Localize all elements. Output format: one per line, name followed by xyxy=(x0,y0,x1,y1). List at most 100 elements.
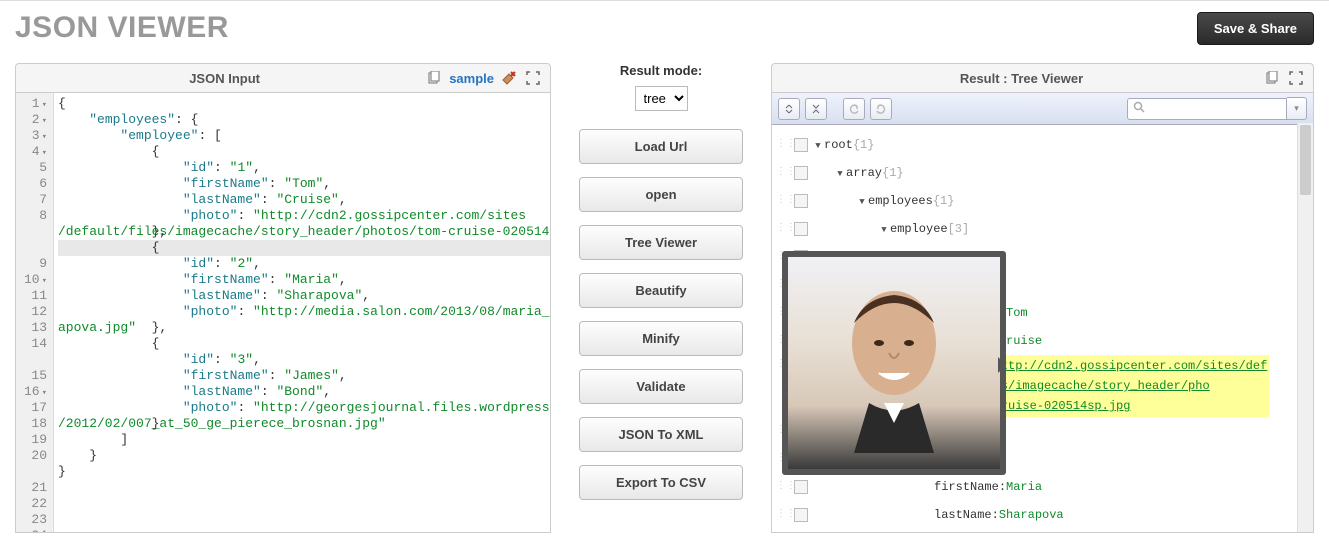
validate-button[interactable]: Validate xyxy=(579,369,743,404)
drag-handle-icon[interactable]: ⋮⋮ xyxy=(776,138,790,152)
tree-key: array xyxy=(846,166,882,180)
tree-row[interactable]: ⋮⋮ array {1} xyxy=(776,159,1309,187)
photo-preview-popup xyxy=(782,251,1006,475)
code-line[interactable]: } xyxy=(58,448,551,464)
undo-icon[interactable] xyxy=(843,98,865,120)
save-share-button[interactable]: Save & Share xyxy=(1197,12,1314,45)
caret-down-icon[interactable] xyxy=(812,138,824,152)
gutter-line: 5 xyxy=(22,160,47,176)
collapse-all-icon[interactable] xyxy=(805,98,827,120)
controls-panel: Result mode: tree Load Url open Tree Viewe… xyxy=(551,63,771,533)
code-line[interactable]: "id": "3", xyxy=(58,352,551,368)
copy-icon[interactable] xyxy=(425,69,443,87)
node-menu-icon[interactable] xyxy=(794,480,808,494)
tree-key: employees xyxy=(868,194,933,208)
gutter-line: 18 xyxy=(22,416,47,432)
code-line[interactable]: "photo": "http://cdn2.gossipcenter.com/s… xyxy=(58,208,551,224)
tree-viewer-button[interactable]: Tree Viewer xyxy=(579,225,743,260)
gutter-line: 16 xyxy=(22,384,47,400)
result-panel: Result : Tree Viewer xyxy=(771,63,1314,533)
scrollbar[interactable] xyxy=(1297,123,1313,532)
code-line[interactable]: { xyxy=(58,336,551,352)
code-line[interactable]: "lastName": "Cruise", xyxy=(58,192,551,208)
result-title: Result : Tree Viewer xyxy=(780,71,1263,86)
gutter-line: 9 xyxy=(22,256,47,272)
code-line[interactable]: "firstName": "Maria", xyxy=(58,272,551,288)
gutter-line: 21 xyxy=(22,480,47,496)
expand-all-icon[interactable] xyxy=(778,98,800,120)
gutter-line: 8 xyxy=(22,208,47,224)
gutter-line: 1 xyxy=(22,96,47,112)
tree-key: firstName xyxy=(934,480,999,494)
drag-handle-icon[interactable]: ⋮⋮ xyxy=(776,166,790,180)
tree-key: lastName xyxy=(934,508,992,522)
main: JSON Input sample 12345678 91011121314 1… xyxy=(0,63,1329,533)
code-line[interactable]: "firstName": "Tom", xyxy=(58,176,551,192)
caret-down-icon[interactable] xyxy=(856,194,868,208)
clear-icon[interactable] xyxy=(500,69,518,87)
tree-search-input[interactable] xyxy=(1127,98,1287,120)
gutter-line: 24 xyxy=(22,528,47,533)
tree-row[interactable]: ⋮⋮ employees {1} xyxy=(776,187,1309,215)
node-menu-icon[interactable] xyxy=(794,508,808,522)
code-line[interactable]: } xyxy=(58,464,551,480)
code-line[interactable]: }, xyxy=(58,320,551,336)
code-line[interactable]: { xyxy=(58,96,551,112)
search-dropdown-icon[interactable]: ▾ xyxy=(1287,97,1307,120)
node-menu-icon[interactable] xyxy=(794,194,808,208)
fullscreen-icon[interactable] xyxy=(524,69,542,87)
header: JSON VIEWER Save & Share xyxy=(0,0,1329,63)
code-line[interactable]: "firstName": "James", xyxy=(58,368,551,384)
caret-down-icon[interactable] xyxy=(834,166,846,180)
redo-icon[interactable] xyxy=(870,98,892,120)
gutter-line: 20 xyxy=(22,448,47,464)
drag-handle-icon[interactable]: ⋮⋮ xyxy=(776,480,790,494)
caret-down-icon[interactable] xyxy=(878,222,890,236)
json-input-title: JSON Input xyxy=(24,71,425,86)
tree-row[interactable]: ⋮⋮ firstName : Maria xyxy=(776,473,1309,501)
result-mode-select[interactable]: tree xyxy=(635,86,688,111)
code-line[interactable]: { xyxy=(58,240,551,256)
code-line[interactable]: "id": "1", xyxy=(58,160,551,176)
code-line[interactable]: { xyxy=(58,144,551,160)
load-url-button[interactable]: Load Url xyxy=(579,129,743,164)
sample-link[interactable]: sample xyxy=(449,71,494,86)
node-menu-icon[interactable] xyxy=(794,166,808,180)
gutter-line: 12 xyxy=(22,304,47,320)
gutter-line: 2 xyxy=(22,112,47,128)
export-to-csv-button[interactable]: Export To CSV xyxy=(579,465,743,500)
tree-value: Sharapova xyxy=(999,508,1064,522)
code-line[interactable]: "employee": [ xyxy=(58,128,551,144)
code-editor[interactable]: 12345678 91011121314 151617181920 212223… xyxy=(15,93,551,533)
json-input-panel: JSON Input sample 12345678 91011121314 1… xyxy=(15,63,551,533)
node-menu-icon[interactable] xyxy=(794,138,808,152)
beautify-button[interactable]: Beautify xyxy=(579,273,743,308)
gutter-line: 3 xyxy=(22,128,47,144)
drag-handle-icon[interactable]: ⋮⋮ xyxy=(776,222,790,236)
drag-handle-icon[interactable]: ⋮⋮ xyxy=(776,194,790,208)
gutter-line: 10 xyxy=(22,272,47,288)
code-line[interactable]: ] xyxy=(58,432,551,448)
code-line[interactable]: "lastName": "Sharapova", xyxy=(58,288,551,304)
code-line[interactable]: "photo": "http://georgesjournal.files.wo… xyxy=(58,400,551,416)
copy-result-icon[interactable] xyxy=(1263,69,1281,87)
tree-value: Maria xyxy=(1006,480,1042,494)
node-menu-icon[interactable] xyxy=(794,222,808,236)
code-line[interactable]: "employees": { xyxy=(58,112,551,128)
tree-row[interactable]: ⋮⋮ root {1} xyxy=(776,131,1309,159)
gutter-line: 7 xyxy=(22,192,47,208)
search-icon xyxy=(1133,101,1145,116)
tree-row[interactable]: ⋮⋮ employee [3] xyxy=(776,215,1309,243)
fullscreen-result-icon[interactable] xyxy=(1287,69,1305,87)
tree-row[interactable]: ⋮⋮ lastName : Sharapova xyxy=(776,501,1309,529)
open-button[interactable]: open xyxy=(579,177,743,212)
minify-button[interactable]: Minify xyxy=(579,321,743,356)
json-to-xml-button[interactable]: JSON To XML xyxy=(579,417,743,452)
gutter-line: 13 xyxy=(22,320,47,336)
code-line[interactable]: "photo": "http://media.salon.com/2013/08… xyxy=(58,304,551,320)
tree-viewer: ▾ ⋮⋮ root {1}⋮⋮ array {1}⋮⋮ employees {1… xyxy=(771,93,1314,533)
code-line[interactable]: "lastName": "Bond", xyxy=(58,384,551,400)
code-line[interactable]: "id": "2", xyxy=(58,256,551,272)
drag-handle-icon[interactable]: ⋮⋮ xyxy=(776,508,790,522)
result-mode-label: Result mode: xyxy=(579,63,743,78)
